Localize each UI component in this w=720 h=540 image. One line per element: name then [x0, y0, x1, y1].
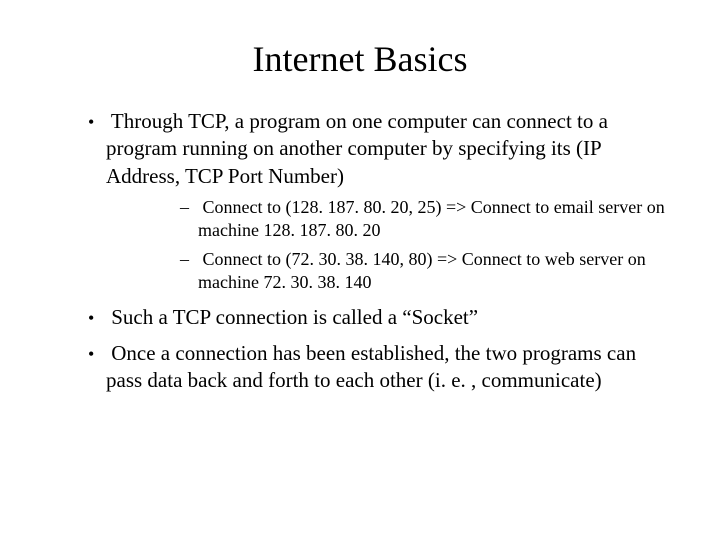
sub-bullet-list: Connect to (128. 187. 80. 20, 25) => Con… [106, 196, 670, 295]
sub-bullet-text: Connect to (128. 187. 80. 20, 25) => Con… [198, 197, 665, 240]
list-item: Connect to (72. 30. 38. 140, 80) => Conn… [106, 248, 670, 295]
sub-bullet-text: Connect to (72. 30. 38. 140, 80) => Conn… [198, 249, 646, 292]
bullet-list: Through TCP, a program on one computer c… [50, 108, 670, 394]
bullet-text: Once a connection has been established, … [106, 341, 636, 392]
bullet-text: Such a TCP connection is called a “Socke… [111, 305, 478, 329]
slide-title: Internet Basics [50, 38, 670, 80]
bullet-text: Through TCP, a program on one computer c… [106, 109, 608, 188]
list-item: Connect to (128. 187. 80. 20, 25) => Con… [106, 196, 670, 243]
list-item: Such a TCP connection is called a “Socke… [50, 304, 670, 331]
list-item: Through TCP, a program on one computer c… [50, 108, 670, 294]
list-item: Once a connection has been established, … [50, 340, 670, 395]
